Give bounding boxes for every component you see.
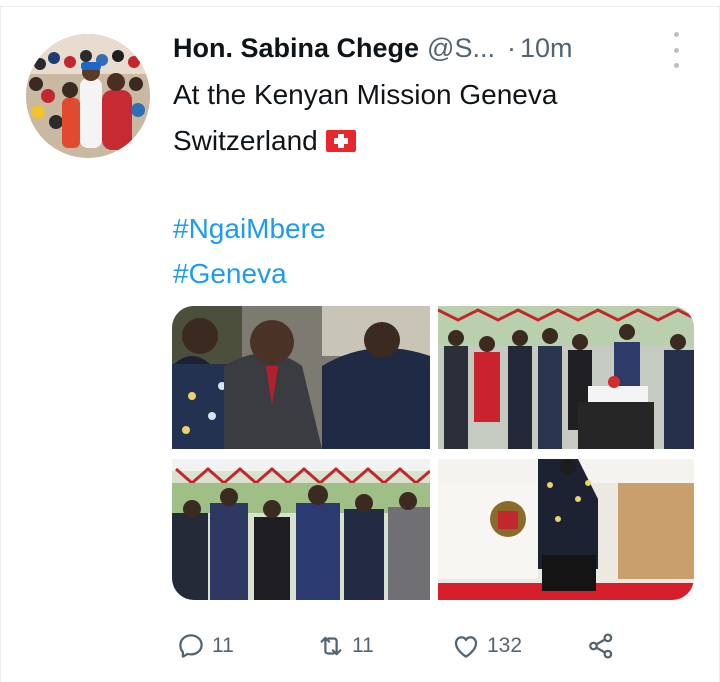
- top-border: [0, 6, 720, 7]
- hashtags: #NgaiMbere #Geneva: [173, 206, 326, 296]
- author-handle[interactable]: @S...: [427, 33, 495, 64]
- swiss-flag-icon: [325, 130, 356, 152]
- tweet-photo[interactable]: [172, 459, 430, 600]
- tweet-text-line-2: Switzerland: [173, 125, 318, 156]
- tweet-actions: 11 11 132: [176, 624, 646, 668]
- photo-icon: [172, 459, 430, 600]
- author-name[interactable]: Hon. Sabina Chege: [173, 33, 419, 64]
- share-button[interactable]: [586, 624, 616, 668]
- like-button[interactable]: 132: [451, 624, 522, 668]
- tweet-text-line-1: At the Kenyan Mission Geneva: [173, 79, 558, 110]
- share-icon: [589, 633, 613, 659]
- retweet-count: 11: [352, 634, 374, 657]
- photo-icon: [438, 459, 694, 600]
- hashtag-link[interactable]: #NgaiMbere: [173, 206, 326, 251]
- hashtag-link[interactable]: #Geneva: [173, 251, 326, 296]
- tweet-header: Hon. Sabina Chege @S... · 10m: [173, 28, 573, 68]
- tweet-photo[interactable]: [438, 306, 694, 449]
- like-count: 132: [487, 634, 523, 657]
- tweet-photo[interactable]: [438, 459, 694, 600]
- heart-icon: [454, 636, 478, 658]
- separator-dot: ·: [506, 32, 516, 63]
- avatar-photo: [26, 34, 150, 158]
- reply-icon: [179, 634, 203, 658]
- more-options-icon[interactable]: [666, 32, 686, 68]
- avatar[interactable]: [26, 34, 150, 158]
- reply-button[interactable]: 11: [176, 624, 234, 668]
- photo-grid: [172, 306, 694, 600]
- retweet-icon: [320, 636, 342, 656]
- tweet-photo[interactable]: [172, 306, 430, 449]
- photo-icon: [438, 306, 694, 449]
- photo-icon: [172, 306, 430, 449]
- tweet-text: At the Kenyan Mission Geneva Switzerland: [173, 72, 557, 164]
- left-border: [0, 6, 1, 682]
- reply-count: 11: [212, 634, 234, 657]
- retweet-button[interactable]: 11: [316, 624, 374, 668]
- timestamp[interactable]: 10m: [520, 33, 573, 64]
